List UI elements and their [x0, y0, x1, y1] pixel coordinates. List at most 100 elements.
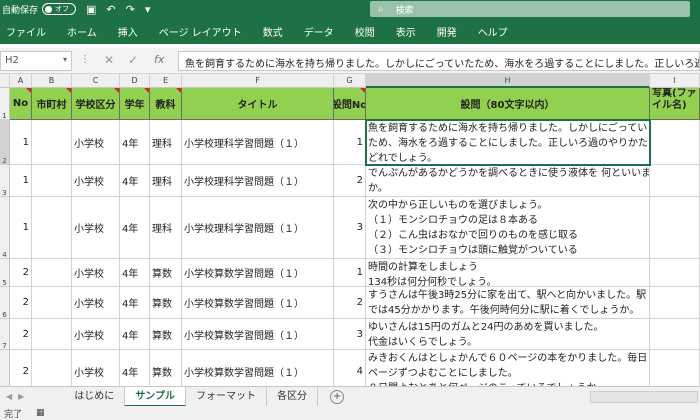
cell-f[interactable]: 小学校理科学習問題（１）: [182, 120, 334, 165]
cell-g[interactable]: 4: [334, 350, 366, 386]
cell-d[interactable]: 4年: [120, 259, 150, 287]
row-header[interactable]: 6: [0, 287, 10, 319]
cell-c[interactable]: 小学校: [72, 319, 120, 350]
header-cell-grade[interactable]: 学年: [120, 88, 150, 120]
ribbon-tab[interactable]: データ: [304, 24, 334, 39]
sheet-tab[interactable]: サンプル: [125, 386, 187, 407]
row-header[interactable]: 5: [0, 259, 10, 287]
cancel-icon[interactable]: ✕: [104, 53, 114, 67]
header-cell-title[interactable]: タイトル: [182, 88, 334, 120]
cell-g[interactable]: 2: [334, 287, 366, 319]
cell-e[interactable]: 理科: [150, 120, 182, 165]
header-cell-school-type[interactable]: 学校区分: [72, 88, 120, 120]
cell-f[interactable]: 小学校算数学習問題（１）: [182, 319, 334, 350]
cell-c[interactable]: 小学校: [72, 287, 120, 319]
cell-d[interactable]: 4年: [120, 120, 150, 165]
cell-c[interactable]: 小学校: [72, 120, 120, 165]
cell-d[interactable]: 4年: [120, 350, 150, 386]
cell-g[interactable]: 3: [334, 319, 366, 350]
cell-a[interactable]: 1: [10, 120, 32, 165]
column-header-a[interactable]: A: [10, 74, 32, 88]
column-header-e[interactable]: E: [150, 74, 182, 88]
cell-d[interactable]: 4年: [120, 287, 150, 319]
ribbon-tab[interactable]: 挿入: [118, 24, 138, 39]
cell-e[interactable]: 算数: [150, 319, 182, 350]
accessibility-icon[interactable]: ▦: [36, 408, 45, 418]
sheet-tab[interactable]: フォーマット: [186, 386, 268, 407]
column-header-g[interactable]: G: [334, 74, 366, 88]
cell-b[interactable]: [32, 350, 72, 386]
photo-cell[interactable]: [650, 319, 700, 350]
cell-g[interactable]: 1: [334, 259, 366, 287]
cell-c[interactable]: 小学校: [72, 197, 120, 259]
name-box[interactable]: H2 ▾: [0, 51, 72, 71]
row-header[interactable]: 3: [0, 165, 10, 197]
tab-scroll-left-icon[interactable]: ◀: [6, 392, 12, 401]
header-cell-no[interactable]: No: [10, 88, 32, 120]
ribbon-tab[interactable]: ページ レイアウト: [159, 24, 242, 39]
row-header[interactable]: 2: [0, 120, 10, 165]
ribbon-tab[interactable]: ヘルプ: [478, 24, 508, 39]
sheet-tab[interactable]: はじめに: [64, 386, 126, 407]
sheet-tab[interactable]: 各区分: [267, 386, 319, 407]
cell-c[interactable]: 小学校: [72, 350, 120, 386]
cell-a[interactable]: 2: [10, 319, 32, 350]
column-header-d[interactable]: D: [120, 74, 150, 88]
add-sheet-icon[interactable]: +: [330, 389, 345, 404]
cell-g[interactable]: 2: [334, 165, 366, 197]
cell-f[interactable]: 小学校算数学習問題（１）: [182, 287, 334, 319]
cell-e[interactable]: 算数: [150, 259, 182, 287]
ribbon-tab[interactable]: 表示: [396, 24, 416, 39]
cell-e[interactable]: 理科: [150, 165, 182, 197]
photo-cell[interactable]: [650, 165, 700, 197]
customize-toolbar-icon[interactable]: ▾: [145, 3, 151, 16]
column-header-h[interactable]: H: [366, 74, 650, 88]
column-header-b[interactable]: B: [32, 74, 72, 88]
cell-a[interactable]: 2: [10, 350, 32, 386]
cell-a[interactable]: 1: [10, 165, 32, 197]
formula-input[interactable]: 魚を飼育するために海水を持ち帰りました。しかしにごっていたため、海水をろ過するこ…: [178, 51, 700, 71]
cell-g[interactable]: 3: [334, 197, 366, 259]
question-cell[interactable]: 時間の計算をしましょう 134秒は何分何秒でしょう。: [366, 259, 650, 287]
redo-icon[interactable]: ↷: [126, 3, 135, 16]
undo-icon[interactable]: ↶: [106, 3, 115, 16]
question-cell[interactable]: 次の中から正しいものを選びましょう。 （１）モンシロチョウの足は８本ある （２）こん…: [366, 197, 650, 259]
cell-e[interactable]: 理科: [150, 197, 182, 259]
cell-e[interactable]: 算数: [150, 350, 182, 386]
cell-a[interactable]: 2: [10, 259, 32, 287]
save-icon[interactable]: ▣: [86, 3, 96, 16]
question-cell[interactable]: みきおくんはとしょかんで６０ページの本をかりました。毎日６ ページずつよむことにし…: [366, 350, 650, 386]
enter-icon[interactable]: ✓: [128, 53, 138, 67]
cell-b[interactable]: [32, 287, 72, 319]
photo-cell[interactable]: [650, 259, 700, 287]
cell-d[interactable]: 4年: [120, 319, 150, 350]
question-cell[interactable]: ゆいさんは15円のガムと24円のあめを買いました。 代金はいくらでしょう。: [366, 319, 650, 350]
column-header-i[interactable]: I: [650, 74, 700, 88]
photo-cell[interactable]: [650, 120, 700, 165]
photo-cell[interactable]: [650, 197, 700, 259]
cell-b[interactable]: [32, 120, 72, 165]
row-header[interactable]: 7: [0, 319, 10, 350]
cell-b[interactable]: [32, 259, 72, 287]
header-cell-question[interactable]: 設問（80文字以内）: [366, 88, 650, 120]
column-header-f[interactable]: F: [182, 74, 334, 88]
photo-cell[interactable]: [650, 287, 700, 319]
cell-f[interactable]: 小学校算数学習問題（１）: [182, 350, 334, 386]
autosave-toggle[interactable]: オフ: [42, 3, 77, 15]
ribbon-tab[interactable]: 数式: [263, 24, 283, 39]
cell-d[interactable]: 4年: [120, 165, 150, 197]
ribbon-tab[interactable]: ホーム: [67, 24, 97, 39]
cell-c[interactable]: 小学校: [72, 165, 120, 197]
select-all-corner[interactable]: [0, 74, 10, 88]
question-cell[interactable]: すうさんは午後3時25分に家を出て、駅へと向かいました。駅 では45分かかります。…: [366, 287, 650, 319]
horizontal-scrollbar[interactable]: [590, 391, 698, 403]
question-cell[interactable]: でんぷんがあるかどうかを調べるときに使う液体を 何といいま か。: [366, 165, 650, 197]
header-cell-city[interactable]: 市町村: [32, 88, 72, 120]
cell-a[interactable]: 2: [10, 287, 32, 319]
tab-scroll-right-icon[interactable]: ▶: [18, 392, 24, 401]
cell-f[interactable]: 小学校算数学習問題（１）: [182, 259, 334, 287]
ribbon-tab[interactable]: 開発: [437, 24, 457, 39]
header-cell-question-no[interactable]: 設問No: [334, 88, 366, 120]
cell-b[interactable]: [32, 319, 72, 350]
row-header[interactable]: 8: [0, 350, 10, 386]
